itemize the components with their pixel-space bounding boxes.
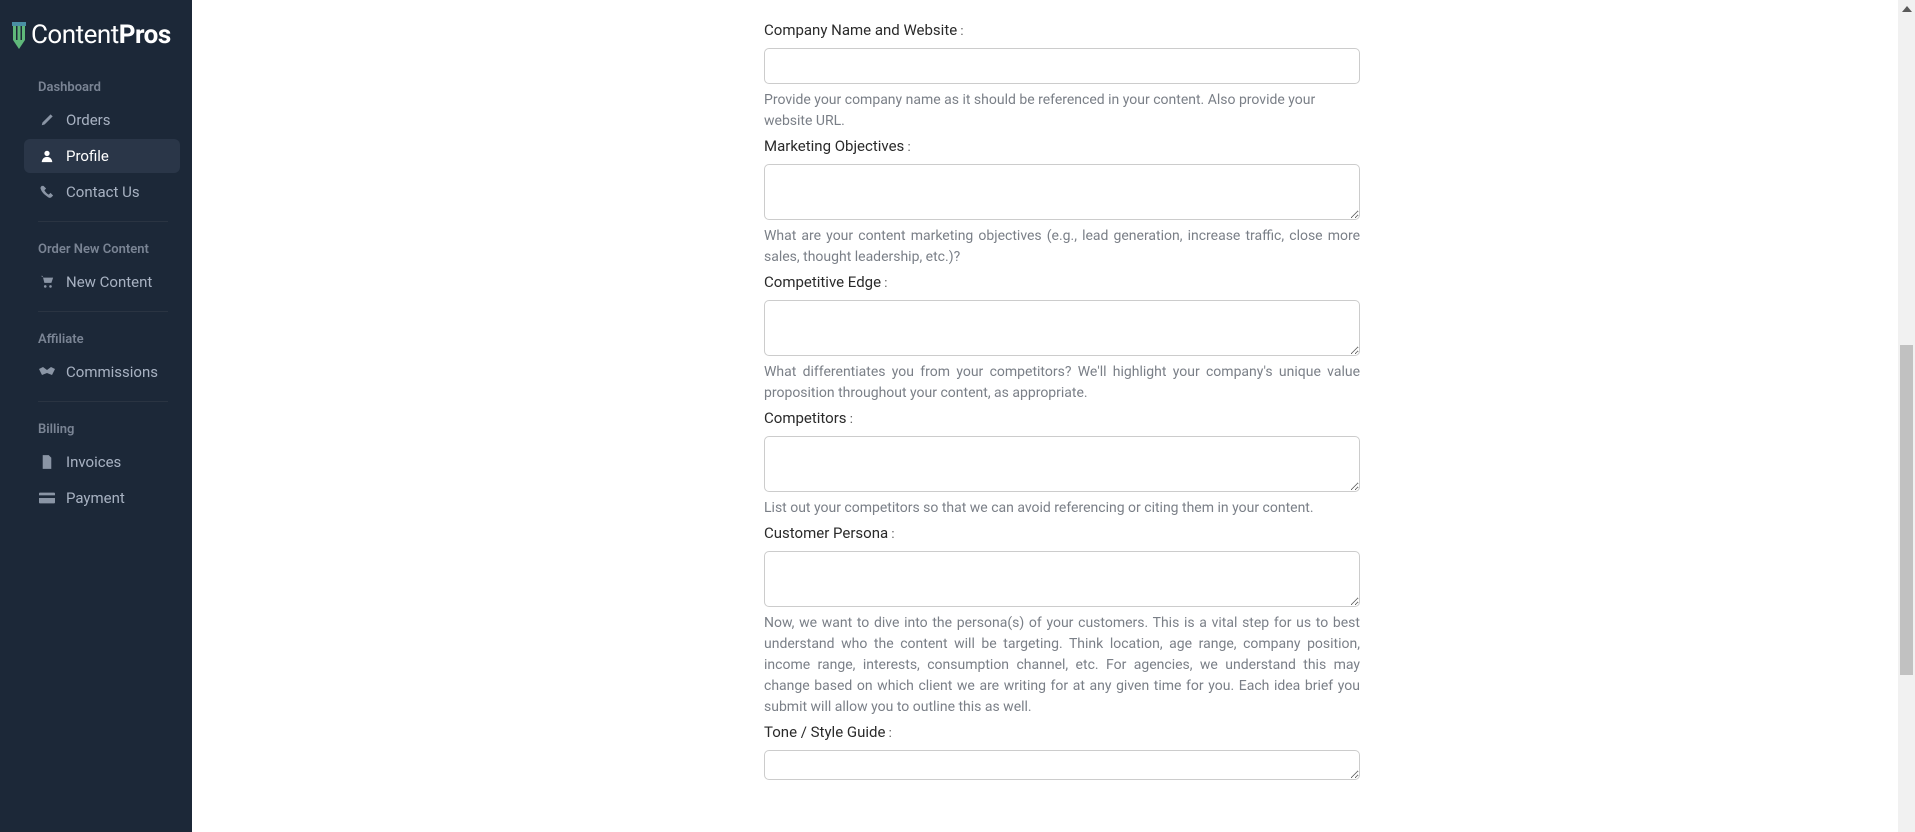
sidebar-item-contact[interactable]: Contact Us (24, 175, 180, 209)
scrollbar-thumb[interactable] (1900, 345, 1913, 675)
sidebar-item-new-content[interactable]: New Content (24, 265, 180, 299)
nav-label: Contact Us (66, 183, 140, 201)
profile-form: Company Name and Website : Provide your … (764, 0, 1360, 780)
field-company: Company Name and Website : Provide your … (764, 20, 1360, 132)
help-objectives: What are your content marketing objectiv… (764, 226, 1360, 268)
logo-icon (10, 20, 28, 50)
label-competitors: Competitors (764, 409, 847, 427)
document-icon (38, 454, 56, 470)
sidebar-item-commissions[interactable]: Commissions (24, 355, 180, 389)
help-company: Provide your company name as it should b… (764, 90, 1360, 132)
sidebar: ContentPros Dashboard Orders Profile Con… (0, 0, 192, 832)
phone-icon (38, 184, 56, 200)
label-objectives: Marketing Objectives (764, 137, 904, 155)
logo-text: ContentPros (31, 20, 171, 50)
nav-label: Commissions (66, 363, 158, 381)
nav-label: Invoices (66, 453, 121, 471)
field-edge: Competitive Edge : What differentiates y… (764, 272, 1360, 404)
help-competitors: List out your competitors so that we can… (764, 498, 1360, 519)
divider (38, 221, 168, 222)
cart-icon (38, 274, 56, 290)
textarea-persona[interactable] (764, 551, 1360, 607)
textarea-objectives[interactable] (764, 164, 1360, 220)
sidebar-item-invoices[interactable]: Invoices (24, 445, 180, 479)
help-edge: What differentiates you from your compet… (764, 362, 1360, 404)
section-header-billing: Billing (0, 412, 192, 445)
divider (38, 311, 168, 312)
main-content: Company Name and Website : Provide your … (192, 0, 1915, 832)
input-company[interactable] (764, 48, 1360, 84)
nav-label: Payment (66, 489, 125, 507)
card-icon (38, 490, 56, 506)
divider (38, 401, 168, 402)
field-objectives: Marketing Objectives : What are your con… (764, 136, 1360, 268)
field-competitors: Competitors : List out your competitors … (764, 408, 1360, 519)
section-header-affiliate: Affiliate (0, 322, 192, 355)
sidebar-item-orders[interactable]: Orders (24, 103, 180, 137)
handshake-icon (38, 364, 56, 380)
section-header-dashboard: Dashboard (0, 70, 192, 103)
user-icon (38, 148, 56, 164)
logo[interactable]: ContentPros (0, 15, 192, 70)
help-persona: Now, we want to dive into the persona(s)… (764, 613, 1360, 718)
textarea-tone[interactable] (764, 750, 1360, 780)
textarea-competitors[interactable] (764, 436, 1360, 492)
label-tone: Tone / Style Guide (764, 723, 885, 741)
nav-label: New Content (66, 273, 152, 291)
label-edge: Competitive Edge (764, 273, 881, 291)
textarea-edge[interactable] (764, 300, 1360, 356)
field-persona: Customer Persona : Now, we want to dive … (764, 523, 1360, 718)
scrollbar[interactable] (1898, 0, 1915, 832)
pencil-icon (38, 112, 56, 128)
nav-label: Profile (66, 147, 109, 165)
label-persona: Customer Persona (764, 524, 888, 542)
label-company: Company Name and Website (764, 21, 957, 39)
nav-label: Orders (66, 111, 111, 129)
field-tone: Tone / Style Guide : (764, 722, 1360, 780)
scroll-up-icon[interactable] (1898, 0, 1915, 17)
sidebar-item-profile[interactable]: Profile (24, 139, 180, 173)
sidebar-item-payment[interactable]: Payment (24, 481, 180, 515)
section-header-order-new: Order New Content (0, 232, 192, 265)
